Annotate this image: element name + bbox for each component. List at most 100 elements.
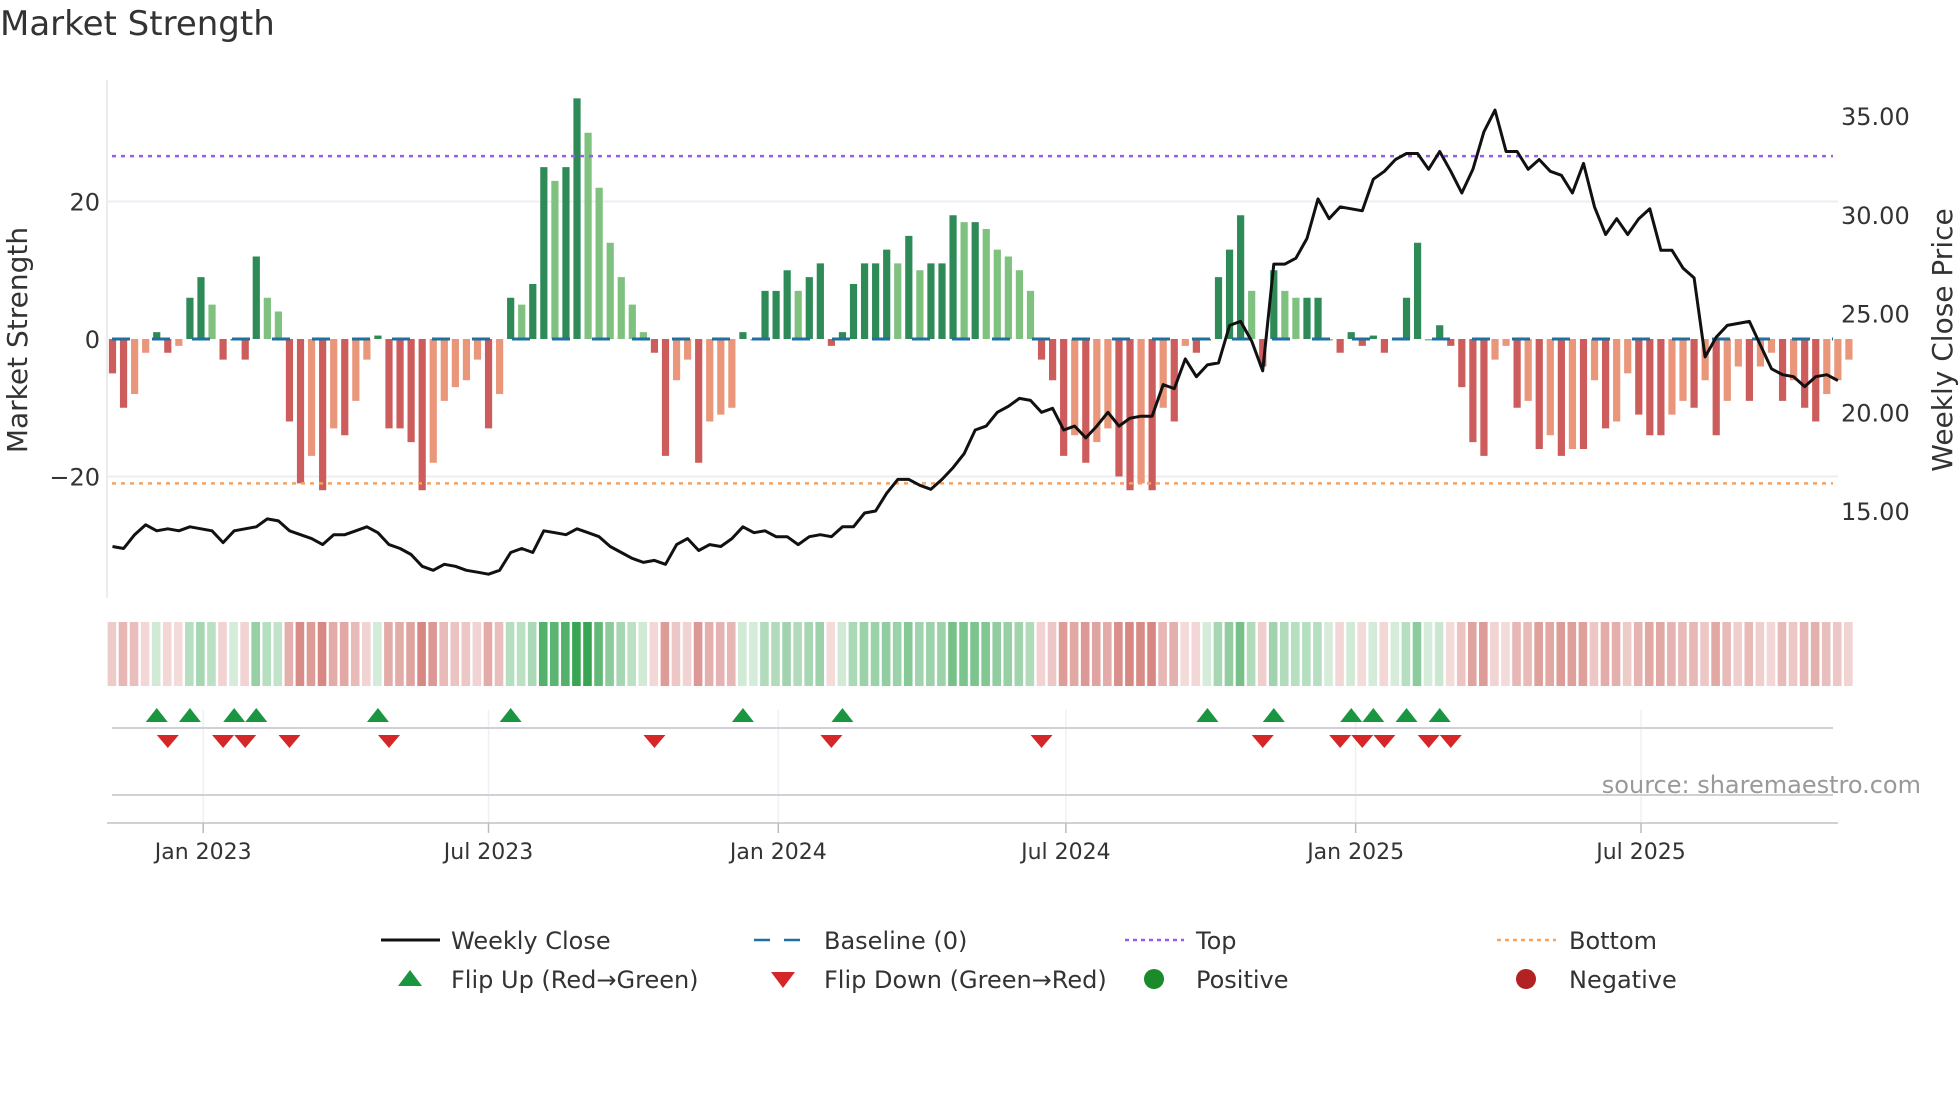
- strength-bar: [794, 290, 802, 339]
- strength-heat-cell: [1423, 622, 1433, 686]
- strength-heat-cell: [229, 622, 238, 686]
- strength-bar: [860, 263, 869, 339]
- strength-bar: [1590, 339, 1599, 381]
- strength-bar: [529, 284, 537, 339]
- strength-bar: [241, 339, 249, 360]
- strength-heat-cell: [1656, 622, 1665, 686]
- legend-flip-up-icon: [398, 970, 422, 986]
- strength-heat-cell: [1556, 622, 1566, 686]
- legend-label: Weekly Close: [451, 927, 611, 955]
- strength-heat-cell: [1501, 622, 1510, 686]
- strength-bar: [1734, 339, 1742, 367]
- strength-bar: [1635, 339, 1643, 415]
- strength-heat-cell: [1003, 622, 1013, 686]
- strength-heat-cell: [1180, 622, 1190, 686]
- strength-heat-cell: [1103, 622, 1112, 686]
- strength-heat-cell: [505, 622, 515, 686]
- y2-tick-label: 15.00: [1841, 498, 1910, 526]
- strength-heat-cell: [1589, 622, 1599, 686]
- flip-up-marker: [1362, 708, 1385, 722]
- flip-up-marker: [731, 708, 754, 722]
- strength-heat-cell: [262, 622, 272, 686]
- strength-bar: [728, 339, 736, 408]
- strength-bar: [1778, 339, 1787, 401]
- strength-bar: [1834, 339, 1842, 381]
- strength-bar: [418, 339, 426, 491]
- strength-heat-cell: [1213, 622, 1223, 686]
- strength-heat-cell: [251, 622, 260, 686]
- y2-tick-label: 30.00: [1841, 202, 1910, 230]
- weekly-close-line: [112, 108, 1839, 576]
- legend-label: Bottom: [1569, 927, 1657, 955]
- strength-heat-cell: [538, 622, 548, 686]
- x-tick-label: Jul 2023: [442, 840, 534, 865]
- strength-heat-cell: [373, 622, 382, 686]
- strength-bar: [119, 339, 128, 408]
- flip-down-marker: [643, 735, 666, 748]
- strength-heat-cell: [1689, 622, 1698, 686]
- strength-bar: [352, 339, 360, 401]
- strength-heat-cell: [749, 622, 758, 686]
- strength-heat-cell: [450, 622, 460, 686]
- strength-heat-cell: [328, 622, 338, 686]
- strength-bar: [1745, 339, 1753, 401]
- x-tick-label: Jul 2025: [1594, 840, 1686, 865]
- strength-heat-cell: [1567, 622, 1577, 686]
- y-tick-label: −20: [49, 464, 100, 492]
- strength-bar: [1004, 256, 1012, 339]
- strength-bar: [274, 311, 282, 339]
- strength-bar: [1480, 339, 1488, 456]
- strength-bar: [451, 339, 459, 388]
- strength-heat-cell: [1821, 622, 1831, 686]
- strength-heat-cell: [1545, 622, 1554, 686]
- strength-heat-cell: [815, 622, 825, 686]
- strength-heat-cell: [1091, 622, 1101, 686]
- flip-down-marker: [1439, 735, 1462, 748]
- strength-bar: [197, 277, 205, 339]
- strength-bar: [507, 297, 515, 339]
- strength-bar: [1823, 339, 1831, 394]
- strength-heat-cell: [881, 622, 891, 686]
- strength-bar: [617, 277, 625, 339]
- strength-bar: [219, 339, 227, 360]
- strength-bar: [1037, 339, 1046, 360]
- strength-heat-cell: [605, 622, 614, 686]
- strength-heat-cell: [1058, 622, 1068, 686]
- strength-heat-cell: [903, 622, 913, 686]
- strength-heat-cell: [1125, 622, 1134, 686]
- strength-heat-cell: [361, 622, 371, 686]
- strength-heat-cell: [959, 622, 968, 686]
- strength-heat-cell: [937, 622, 946, 686]
- strength-heat-cell: [162, 622, 172, 686]
- strength-bar: [518, 304, 526, 339]
- strength-heat-cell: [1733, 622, 1743, 686]
- strength-bar: [1281, 290, 1289, 339]
- strength-heat-cell: [207, 622, 216, 686]
- strength-bar: [1436, 325, 1444, 339]
- flip-down-marker: [1329, 735, 1352, 748]
- strength-bar: [1049, 339, 1057, 381]
- strength-heat-cell: [1445, 622, 1455, 686]
- strength-heat-cell: [704, 622, 714, 686]
- strength-bar: [849, 284, 858, 339]
- strength-bar: [263, 297, 271, 339]
- strength-bar: [1314, 297, 1322, 339]
- strength-heat-cell: [1136, 622, 1145, 686]
- strength-bar: [540, 167, 548, 339]
- strength-bar: [584, 132, 592, 339]
- strength-heat-cell: [284, 622, 294, 686]
- strength-heat-cell: [196, 622, 205, 686]
- strength-heat-cell: [782, 622, 791, 686]
- strength-heat-cell: [273, 622, 283, 686]
- strength-heat-cell: [616, 622, 625, 686]
- strength-heat-cell: [1346, 622, 1355, 686]
- strength-heat-cell: [1246, 622, 1256, 686]
- strength-heat-cell: [1268, 622, 1278, 686]
- strength-heat-cell: [1412, 622, 1422, 686]
- strength-bar: [1668, 339, 1676, 415]
- strength-heat-cell: [693, 622, 703, 686]
- strength-heat-cell: [339, 622, 349, 686]
- flip-up-marker: [245, 708, 268, 722]
- strength-heat-cell: [516, 622, 526, 686]
- strength-heat-cell: [914, 622, 924, 686]
